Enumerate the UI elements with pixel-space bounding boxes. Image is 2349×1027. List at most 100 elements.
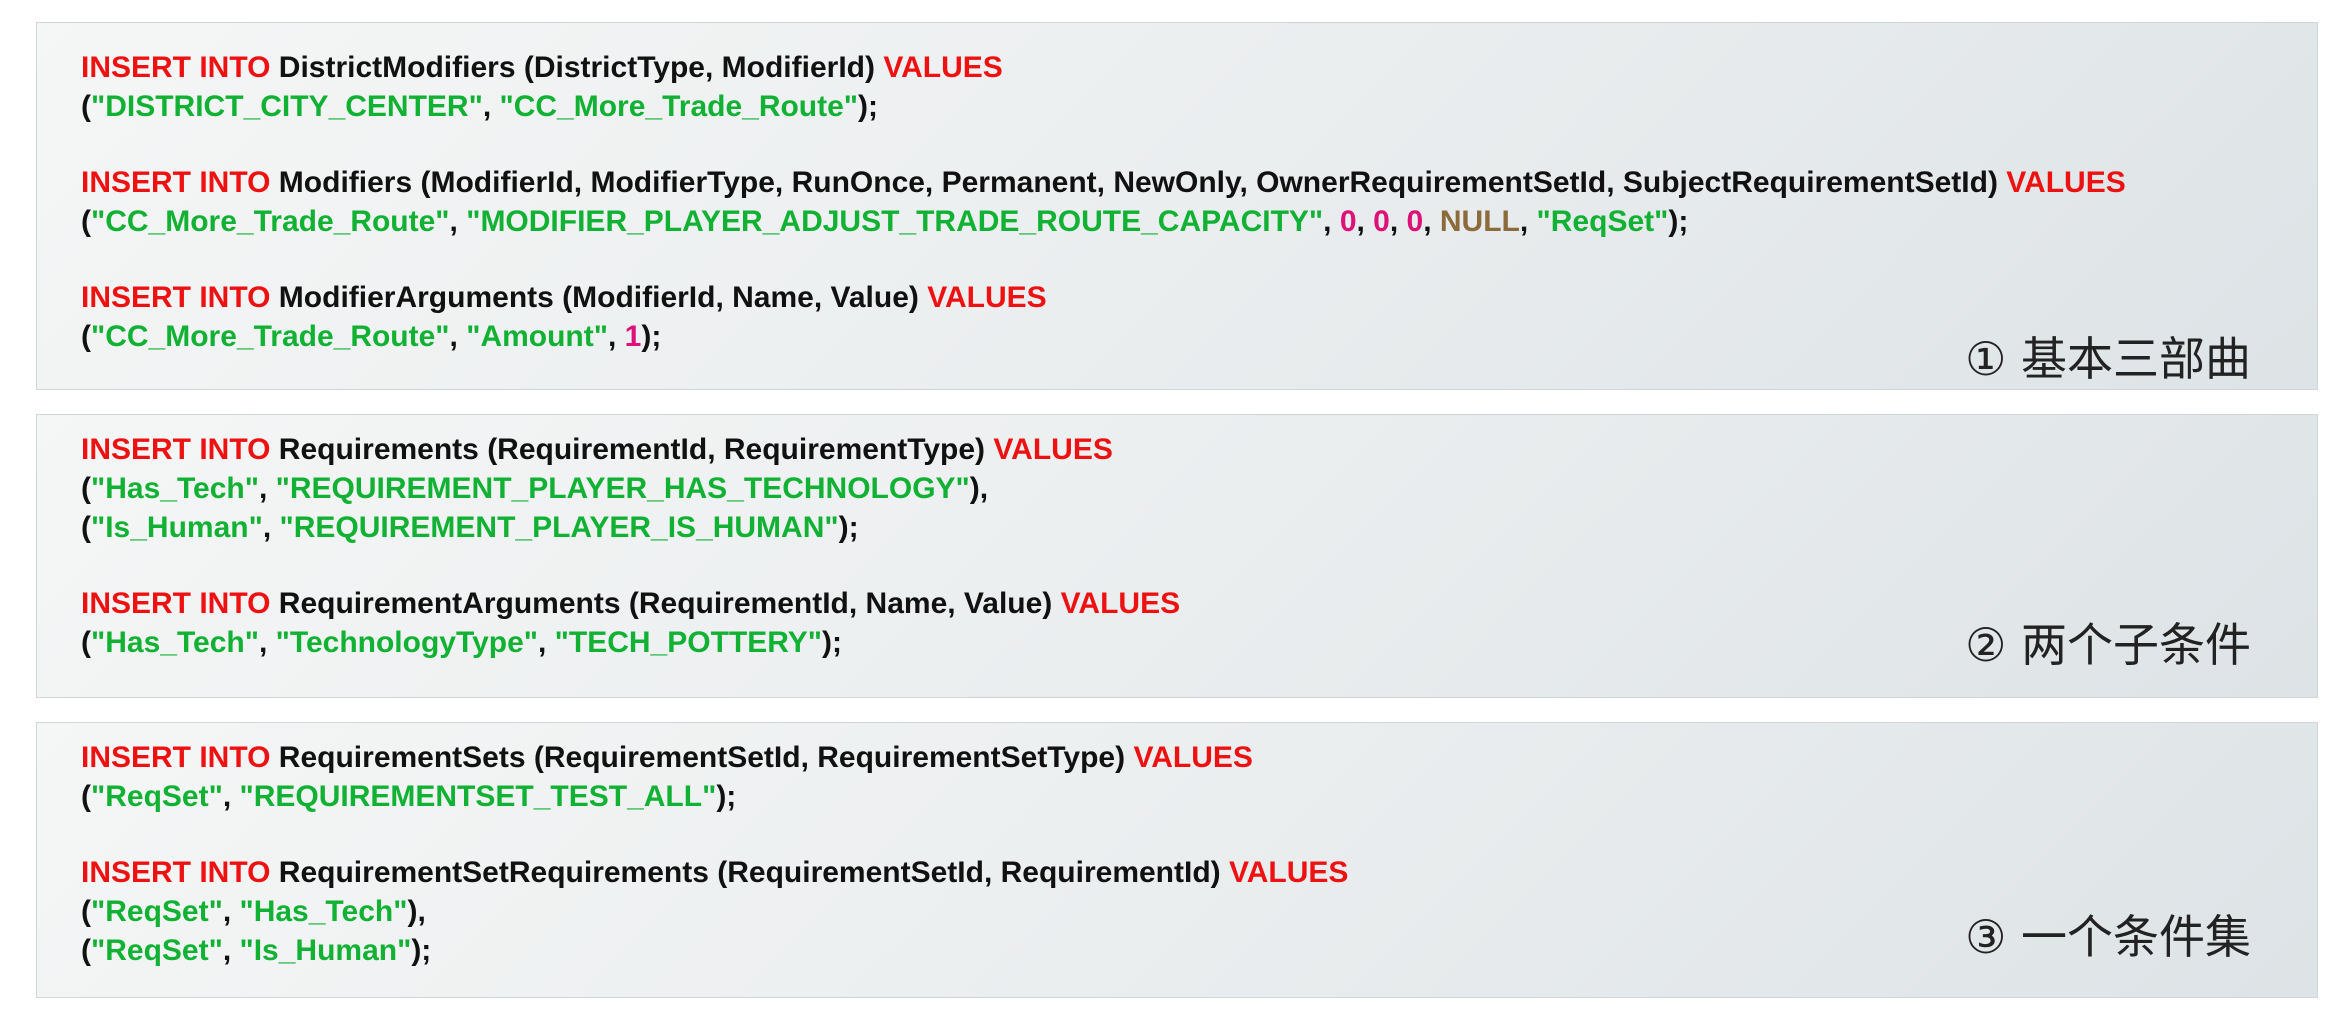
sql-text: ); bbox=[838, 511, 859, 544]
sql-string-literal: "REQUIREMENTSET_TEST_ALL" bbox=[239, 780, 717, 813]
sql-text: ); bbox=[858, 90, 879, 123]
code-panel-sub-conditions: INSERT INTO Requirements (RequirementId,… bbox=[36, 414, 2318, 698]
sql-text: , bbox=[449, 320, 467, 353]
sql-keyword: VALUES bbox=[1060, 587, 1181, 620]
code-line: INSERT INTO RequirementSets (Requirement… bbox=[81, 738, 1348, 777]
sql-string-literal: "Has_Tech" bbox=[91, 626, 259, 659]
sql-text: ); bbox=[411, 934, 432, 967]
sql-keyword: INSERT INTO bbox=[81, 741, 271, 774]
sql-text: ModifierArguments (ModifierId, Name, Val… bbox=[270, 281, 928, 314]
sql-text: , bbox=[1323, 205, 1340, 238]
statement-gap bbox=[81, 241, 2126, 278]
sql-text: ( bbox=[81, 320, 91, 353]
sql-string-literal: "Amount" bbox=[466, 320, 608, 353]
code-panel-condition-set: INSERT INTO RequirementSets (Requirement… bbox=[36, 722, 2318, 998]
code-line: INSERT INTO Requirements (RequirementId,… bbox=[81, 430, 1180, 469]
sql-text: ), bbox=[407, 895, 426, 928]
sql-text: , bbox=[258, 626, 276, 659]
sql-keyword: INSERT INTO bbox=[81, 856, 271, 889]
sql-string-literal: "DISTRICT_CITY_CENTER" bbox=[91, 90, 483, 123]
sql-string-literal: "CC_More_Trade_Route" bbox=[91, 320, 450, 353]
sql-text: , bbox=[1356, 205, 1374, 238]
sql-string-literal: "ReqSet" bbox=[91, 895, 223, 928]
code-line: INSERT INTO Modifiers (ModifierId, Modif… bbox=[81, 163, 2126, 202]
statement-gap bbox=[81, 547, 1180, 584]
panel-caption: ③ 一个条件集 bbox=[1965, 910, 2251, 964]
code-line: ("ReqSet", "REQUIREMENTSET_TEST_ALL"); bbox=[81, 777, 1348, 816]
sql-string-literal: "MODIFIER_PLAYER_ADJUST_TRADE_ROUTE_CAPA… bbox=[466, 205, 1324, 238]
sql-string-literal: "Has_Tech" bbox=[239, 895, 408, 928]
sql-text: Requirements (RequirementId, Requirement… bbox=[270, 433, 994, 466]
sql-keyword: VALUES bbox=[993, 433, 1113, 466]
sql-number-literal: 0 bbox=[1339, 205, 1357, 238]
sql-text: ( bbox=[81, 90, 91, 123]
sql-text: ( bbox=[81, 472, 91, 505]
statement-gap bbox=[81, 126, 2126, 163]
sql-keyword: VALUES bbox=[927, 281, 1047, 314]
sql-string-literal: "ReqSet" bbox=[91, 780, 223, 813]
code-line: INSERT INTO RequirementSetRequirements (… bbox=[81, 853, 1348, 892]
code-line: ("ReqSet", "Is_Human"); bbox=[81, 931, 1348, 970]
sql-string-literal: "REQUIREMENT_PLAYER_IS_HUMAN" bbox=[279, 511, 839, 544]
sql-keyword: INSERT INTO bbox=[81, 587, 271, 620]
sql-text: ( bbox=[81, 205, 91, 238]
sql-text: , bbox=[222, 934, 240, 967]
sql-keyword: VALUES bbox=[2006, 166, 2126, 199]
panel-caption: ② 两个子条件 bbox=[1965, 618, 2251, 672]
sql-keyword: INSERT INTO bbox=[81, 433, 271, 466]
sql-string-literal: "TECH_POTTERY" bbox=[554, 626, 823, 659]
sql-text: RequirementSetRequirements (RequirementS… bbox=[270, 856, 1229, 889]
sql-text: ( bbox=[81, 895, 91, 928]
code-line: ("CC_More_Trade_Route", "Amount", 1); bbox=[81, 317, 2126, 356]
sql-text: , bbox=[482, 90, 500, 123]
sql-text: DistrictModifiers (DistrictType, Modifie… bbox=[270, 51, 884, 84]
sql-text: RequirementArguments (RequirementId, Nam… bbox=[270, 587, 1061, 620]
sql-string-literal: "ReqSet" bbox=[1536, 205, 1669, 238]
sql-string-literal: "TechnologyType" bbox=[275, 626, 538, 659]
code-line: ("CC_More_Trade_Route", "MODIFIER_PLAYER… bbox=[81, 202, 2126, 241]
code-line: ("ReqSet", "Has_Tech"), bbox=[81, 892, 1348, 931]
sql-keyword: INSERT INTO bbox=[81, 281, 271, 314]
sql-text: , bbox=[1423, 205, 1440, 238]
sql-string-literal: "CC_More_Trade_Route" bbox=[499, 90, 859, 123]
sql-string-literal: "ReqSet" bbox=[91, 934, 223, 967]
sql-text: Modifiers (ModifierId, ModifierType, Run… bbox=[270, 166, 2007, 199]
statement-gap bbox=[81, 816, 1348, 853]
sql-text: , bbox=[222, 895, 240, 928]
code-line: ("Has_Tech", "TechnologyType", "TECH_POT… bbox=[81, 623, 1180, 662]
sql-keyword: INSERT INTO bbox=[81, 51, 271, 84]
sql-code-block: INSERT INTO Requirements (RequirementId,… bbox=[81, 430, 1180, 662]
code-line: ("DISTRICT_CITY_CENTER", "CC_More_Trade_… bbox=[81, 87, 2126, 126]
sql-keyword: VALUES bbox=[1133, 741, 1253, 774]
sql-text: ); bbox=[641, 320, 662, 353]
sql-string-literal: "CC_More_Trade_Route" bbox=[91, 205, 450, 238]
sql-text: ), bbox=[969, 472, 989, 505]
sql-text: , bbox=[222, 780, 240, 813]
sql-code-block: INSERT INTO DistrictModifiers (DistrictT… bbox=[81, 48, 2126, 356]
sql-text: ( bbox=[81, 780, 91, 813]
sql-number-literal: 0 bbox=[1373, 205, 1390, 238]
code-panel-basic-trilogy: INSERT INTO DistrictModifiers (DistrictT… bbox=[36, 22, 2318, 390]
sql-number-literal: 0 bbox=[1406, 205, 1424, 238]
sql-text: , bbox=[538, 626, 555, 659]
sql-keyword: INSERT INTO bbox=[81, 166, 271, 199]
sql-text: RequirementSets (RequirementSetId, Requi… bbox=[270, 741, 1134, 774]
sql-text: ); bbox=[716, 780, 737, 813]
sql-string-literal: "Is_Human" bbox=[91, 511, 263, 544]
sql-null-literal: NULL bbox=[1439, 205, 1520, 238]
sql-text: ); bbox=[822, 626, 843, 659]
sql-text: , bbox=[258, 472, 276, 505]
code-line: INSERT INTO DistrictModifiers (DistrictT… bbox=[81, 48, 2126, 87]
sql-string-literal: "Is_Human" bbox=[239, 934, 412, 967]
sql-keyword: VALUES bbox=[1228, 856, 1349, 889]
code-line: ("Is_Human", "REQUIREMENT_PLAYER_IS_HUMA… bbox=[81, 508, 1180, 547]
sql-text: , bbox=[449, 205, 467, 238]
sql-text: , bbox=[1389, 205, 1407, 238]
code-line: ("Has_Tech", "REQUIREMENT_PLAYER_HAS_TEC… bbox=[81, 469, 1180, 508]
code-line: INSERT INTO RequirementArguments (Requir… bbox=[81, 584, 1180, 623]
sql-text: , bbox=[262, 511, 280, 544]
sql-text: , bbox=[1519, 205, 1537, 238]
sql-number-literal: 1 bbox=[624, 320, 642, 353]
sql-text: ( bbox=[81, 626, 91, 659]
sql-text: ); bbox=[1668, 205, 1689, 238]
